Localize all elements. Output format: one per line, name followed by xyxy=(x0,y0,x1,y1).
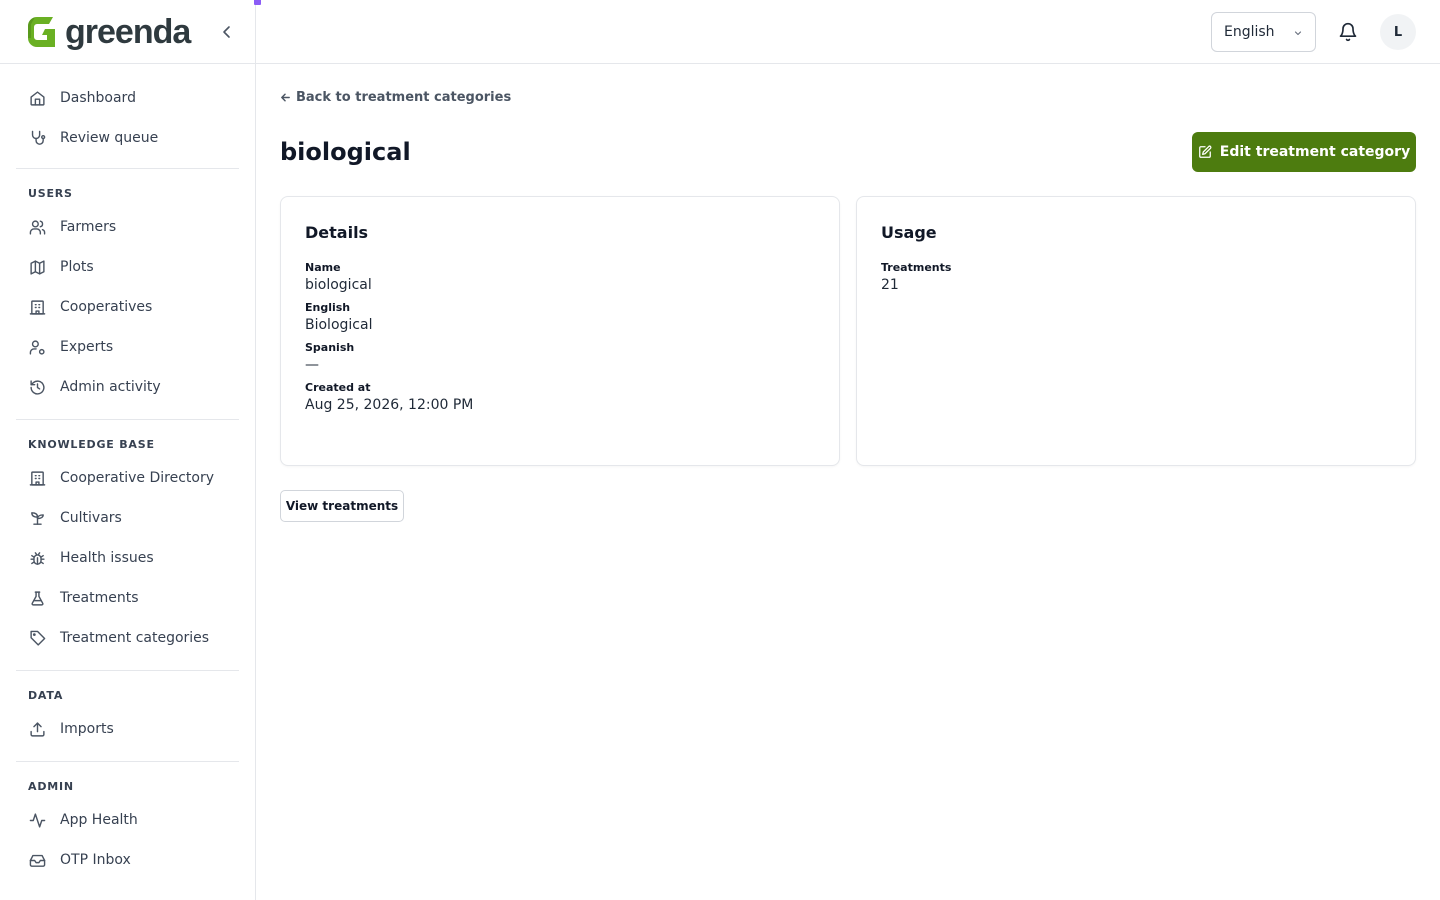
nav-group-users: USERS Farmers Plots Cooperatives Experts… xyxy=(16,168,239,419)
sidebar-item-label: Admin activity xyxy=(60,379,161,395)
sidebar-item-label: Cooperative Directory xyxy=(60,470,214,486)
bell-icon[interactable] xyxy=(1338,22,1358,42)
field-label: English xyxy=(305,301,351,314)
sidebar-item-label: Cooperatives xyxy=(60,299,153,315)
field-value: Biological xyxy=(305,317,373,333)
sidebar-item-label: Plots xyxy=(60,259,94,275)
sidebar-item-label: Imports xyxy=(60,721,114,737)
sidebar-item-cultivars[interactable]: Cultivars xyxy=(16,498,239,538)
brand-header: greenda xyxy=(0,0,261,64)
edit-icon xyxy=(1198,145,1212,158)
sidebar-nav: Dashboard Review queue USERS Farmers Plo… xyxy=(0,64,255,892)
sprout-icon xyxy=(28,509,46,527)
sidebar-item-label: OTP Inbox xyxy=(60,852,131,868)
sidebar-item-plots[interactable]: Plots xyxy=(16,247,239,287)
edit-button-label: Edit treatment category xyxy=(1219,144,1411,160)
language-select-value: English xyxy=(1224,24,1275,40)
sidebar-item-farmers[interactable]: Farmers xyxy=(16,207,239,247)
nav-group-title: USERS xyxy=(28,187,73,200)
sidebar-item-label: Review queue xyxy=(60,130,159,146)
sidebar-item-cooperatives[interactable]: Cooperatives xyxy=(16,287,239,327)
sidebar-item-review-queue[interactable]: Review queue xyxy=(16,118,239,158)
user-cog-icon xyxy=(28,338,46,356)
building-icon xyxy=(28,469,46,487)
chevron-left-icon[interactable] xyxy=(219,24,235,40)
sidebar: greenda Dashboard Review queue USERS Far… xyxy=(0,0,261,900)
nav-group-title: KNOWLEDGE BASE xyxy=(28,438,155,451)
sidebar-item-app-health[interactable]: App Health xyxy=(16,800,239,840)
details-card-title: Details xyxy=(305,223,369,242)
sidebar-item-label: Farmers xyxy=(60,219,117,235)
sidebar-item-label: Treatments xyxy=(60,590,139,606)
arrow-left-icon xyxy=(281,93,290,102)
inbox-icon xyxy=(28,851,46,869)
sidebar-item-cooperative-directory[interactable]: Cooperative Directory xyxy=(16,458,239,498)
upload-icon xyxy=(28,720,46,738)
sidebar-item-admin-activity[interactable]: Admin activity xyxy=(16,367,239,407)
back-link-label: Back to treatment categories xyxy=(296,90,512,105)
nav-group-title: DATA xyxy=(28,689,64,702)
field-english: English Biological xyxy=(305,301,815,335)
nav-group-admin: ADMIN App Health OTP Inbox xyxy=(16,761,239,892)
field-label: Created at xyxy=(305,381,371,394)
nav-group-knowledge-base: KNOWLEDGE BASE Cooperative Directory Cul… xyxy=(16,419,239,670)
back-link[interactable]: Back to treatment categories xyxy=(280,90,511,105)
language-select[interactable]: English xyxy=(1211,12,1316,52)
stethoscope-icon xyxy=(28,129,46,147)
sidebar-item-label: Health issues xyxy=(60,550,154,566)
sidebar-item-label: Cultivars xyxy=(60,510,122,526)
field-value: biological xyxy=(305,277,372,293)
nav-group-main: Dashboard Review queue xyxy=(16,64,239,168)
usage-card-title: Usage xyxy=(881,223,937,242)
logo-mark-icon xyxy=(27,15,61,49)
sidebar-item-imports[interactable]: Imports xyxy=(16,709,239,749)
topbar: English L xyxy=(256,0,1440,64)
field-created-at: Created at Aug 25, 2026, 12:00 PM xyxy=(305,381,815,415)
field-label: Treatments xyxy=(881,261,952,274)
nav-group-data: DATA Imports xyxy=(16,670,239,761)
activity-icon xyxy=(28,811,46,829)
bug-icon xyxy=(28,549,46,567)
chevron-down-icon xyxy=(1293,26,1303,42)
sidebar-item-treatments[interactable]: Treatments xyxy=(16,578,239,618)
building-icon xyxy=(28,298,46,316)
logo[interactable]: greenda xyxy=(27,0,261,51)
sidebar-item-label: Treatment categories xyxy=(60,630,210,646)
page-title: biological xyxy=(280,138,411,166)
history-icon xyxy=(28,378,46,396)
sidebar-item-label: App Health xyxy=(60,812,138,828)
sidebar-item-otp-inbox[interactable]: OTP Inbox xyxy=(16,840,239,880)
field-treatments: Treatments 21 xyxy=(881,261,1391,295)
field-value: 21 xyxy=(881,277,899,293)
field-value: — xyxy=(305,357,319,373)
field-name: Name biological xyxy=(305,261,815,295)
brand-name: greenda xyxy=(65,12,191,51)
field-value: Aug 25, 2026, 12:00 PM xyxy=(305,397,474,413)
details-card: Details Name biological English Biologic… xyxy=(280,196,840,466)
flask-icon xyxy=(28,589,46,607)
sidebar-item-health-issues[interactable]: Health issues xyxy=(16,538,239,578)
map-icon xyxy=(28,258,46,276)
field-spanish: Spanish — xyxy=(305,341,815,375)
sidebar-item-treatment-categories[interactable]: Treatment categories xyxy=(16,618,239,658)
nav-group-title: ADMIN xyxy=(28,780,74,793)
field-label: Name xyxy=(305,261,341,274)
view-treatments-button[interactable]: View treatments xyxy=(280,490,404,522)
sidebar-item-experts[interactable]: Experts xyxy=(16,327,239,367)
field-label: Spanish xyxy=(305,341,355,354)
sidebar-item-label: Experts xyxy=(60,339,114,355)
usage-card: Usage Treatments 21 xyxy=(856,196,1416,466)
home-icon xyxy=(28,89,46,107)
sidebar-item-dashboard[interactable]: Dashboard xyxy=(16,78,239,118)
sidebar-item-label: Dashboard xyxy=(60,90,136,106)
avatar[interactable]: L xyxy=(1380,14,1416,50)
users-icon xyxy=(28,218,46,236)
edit-treatment-category-button[interactable]: Edit treatment category xyxy=(1192,132,1416,172)
tag-icon xyxy=(28,629,46,647)
